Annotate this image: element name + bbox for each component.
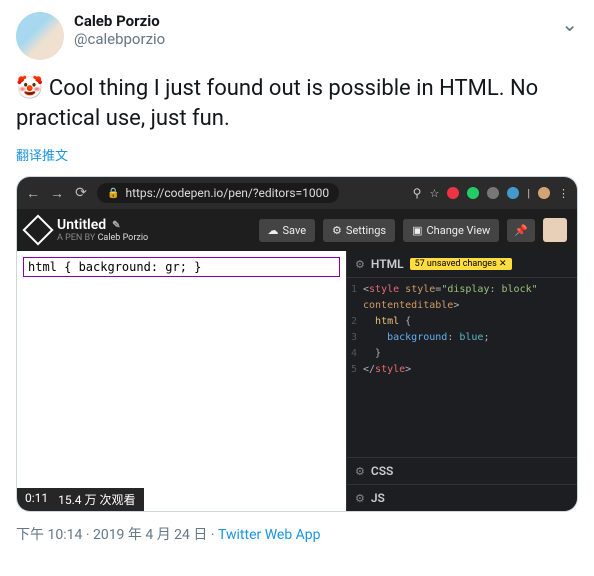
layout-icon: ▣	[412, 224, 422, 237]
cloud-icon: ☁	[268, 224, 279, 237]
css-tab[interactable]: ⚙ CSS	[347, 457, 577, 484]
embedded-media[interactable]: ← → ⟳ 🔒 https://codepen.io/pen/?editors=…	[16, 176, 578, 512]
tweet-date[interactable]: 2019 年 4 月 24 日	[93, 527, 207, 543]
video-timestamp: 0:11	[25, 491, 48, 508]
reload-icon[interactable]: ⟳	[73, 185, 89, 201]
menu-icon[interactable]: ⋮	[558, 187, 569, 200]
video-views: 15.4 万 次观看	[58, 491, 135, 508]
ext-icon-gray[interactable]	[487, 187, 499, 199]
translate-link[interactable]: 翻译推文	[16, 145, 578, 164]
gear-icon[interactable]: ⚙	[355, 465, 365, 478]
clown-emoji: 🤡	[16, 76, 43, 101]
avatar[interactable]	[16, 12, 64, 60]
pen-title[interactable]: Untitled	[57, 217, 106, 233]
save-button[interactable]: ☁ Save	[259, 219, 316, 242]
ext-icon-red[interactable]	[447, 187, 459, 199]
browser-toolbar: ← → ⟳ 🔒 https://codepen.io/pen/?editors=…	[17, 177, 577, 209]
star-icon[interactable]: ☆	[429, 187, 439, 200]
codepen-header: Untitled ✎ A PEN BY Caleb Porzio ☁ Save …	[17, 209, 577, 251]
display-name[interactable]: Caleb Porzio	[74, 12, 561, 30]
tweet-header: Caleb Porzio @calebporzio ⌄	[16, 12, 578, 60]
back-icon[interactable]: ←	[25, 185, 41, 202]
codepen-avatar[interactable]	[543, 218, 567, 242]
ext-icon-green[interactable]	[467, 187, 479, 199]
forward-icon[interactable]: →	[49, 185, 65, 202]
video-overlay: 0:11 15.4 万 次观看	[17, 488, 144, 511]
code-editor[interactable]: 1<<stylestyle style="display: block" con…	[347, 278, 577, 382]
chevron-down-icon[interactable]: ⌄	[561, 12, 578, 36]
search-icon[interactable]: ⚲	[413, 186, 422, 200]
settings-button[interactable]: ⚙ Settings	[323, 219, 395, 242]
pin-button[interactable]: 📌	[507, 219, 535, 242]
pen-author[interactable]: Caleb Porzio	[98, 233, 149, 243]
tweet-text: 🤡 Cool thing I just found out is possibl…	[16, 74, 578, 133]
tweet-time[interactable]: 下午 10:14	[16, 527, 82, 543]
tweet-meta: 下午 10:14 · 2019 年 4 月 24 日 · Twitter Web…	[16, 524, 578, 544]
gear-icon[interactable]: ⚙	[355, 258, 365, 271]
html-tab[interactable]: ⚙ HTML 57 unsaved changes ✕	[347, 251, 577, 278]
ext-icon-blue[interactable]	[507, 187, 519, 199]
pencil-icon[interactable]: ✎	[112, 220, 120, 231]
preview-pane[interactable]: html { background: gr; }	[17, 251, 347, 511]
lock-icon: 🔒	[107, 188, 119, 199]
gear-icon[interactable]: ⚙	[355, 492, 365, 505]
editable-style[interactable]: html { background: gr; }	[23, 257, 340, 277]
js-tab[interactable]: ⚙ JS	[347, 484, 577, 511]
gear-icon: ⚙	[332, 224, 342, 237]
code-pane: ⚙ HTML 57 unsaved changes ✕ 1<<stylestyl…	[347, 251, 577, 511]
browser-avatar[interactable]	[538, 187, 550, 199]
url-bar[interactable]: 🔒 https://codepen.io/pen/?editors=1000	[97, 183, 339, 203]
tweet-source[interactable]: Twitter Web App	[218, 527, 321, 543]
handle[interactable]: @calebporzio	[74, 30, 561, 48]
unsaved-badge[interactable]: 57 unsaved changes ✕	[410, 258, 512, 270]
pipe-icon: |	[527, 187, 530, 200]
pin-icon: 📌	[514, 224, 528, 237]
codepen-logo-icon[interactable]	[22, 215, 53, 246]
change-view-button[interactable]: ▣ Change View	[403, 219, 499, 242]
